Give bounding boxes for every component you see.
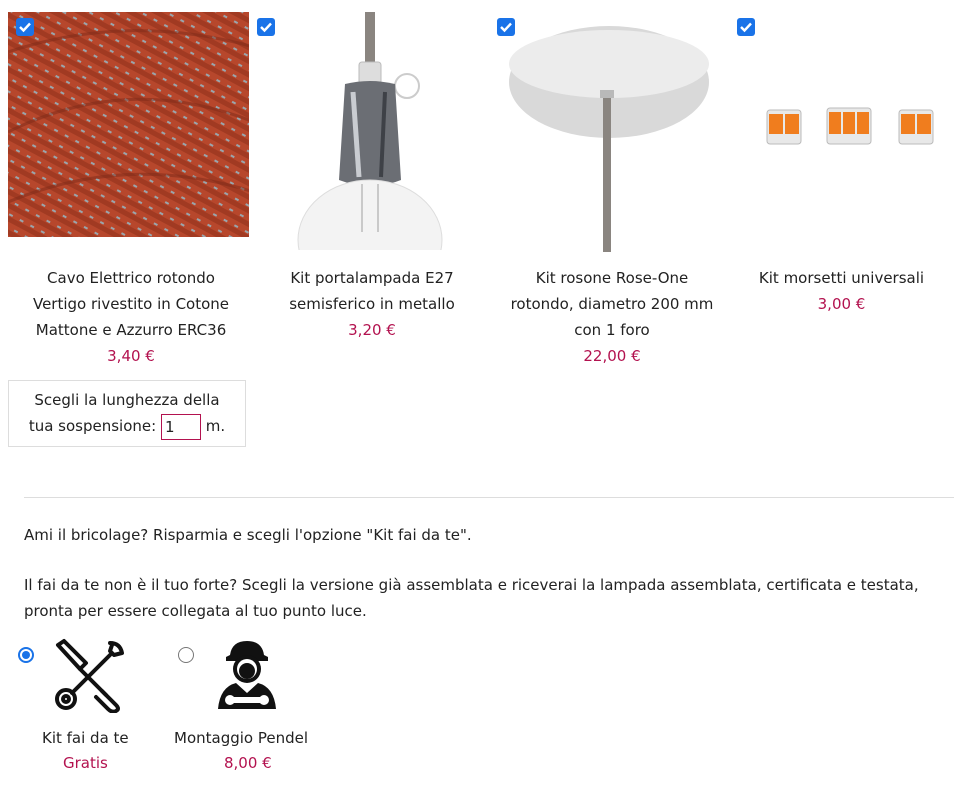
- length-input[interactable]: 1: [160, 413, 201, 440]
- product-title[interactable]: Kit portalampada E27 semisferico in meta…: [249, 265, 495, 343]
- product-checkbox[interactable]: [16, 18, 34, 36]
- technician-icon: [218, 641, 276, 709]
- product-checkbox[interactable]: [737, 18, 755, 36]
- checkmark-icon: [740, 22, 752, 33]
- length-selector: Scegli la lunghezza della tua sospension…: [8, 380, 246, 447]
- diy-info-text: Ami il bricolage? Risparmia e scegli l'o…: [24, 526, 472, 544]
- length-label-line2: tua sospensione:: [28, 417, 157, 435]
- product-checkbox[interactable]: [497, 18, 515, 36]
- checkmark-icon: [19, 22, 31, 33]
- checkmark-icon: [260, 22, 272, 33]
- product-checkbox[interactable]: [257, 18, 275, 36]
- length-label-line1: Scegli la lunghezza della: [34, 391, 220, 409]
- product-title[interactable]: Kit rosone Rose-One rotondo, diametro 20…: [489, 265, 735, 369]
- product-price: 3,40 €: [107, 347, 155, 365]
- product-price: 3,00 €: [817, 295, 866, 313]
- checkmark-icon: [500, 22, 512, 33]
- option-radio-assembled[interactable]: [178, 647, 194, 663]
- product-image-cable[interactable]: [8, 12, 254, 252]
- divider: [24, 497, 954, 498]
- product-title[interactable]: Cavo Elettrico rotondo Vertigo rivestito…: [8, 265, 254, 369]
- tools-icon: [55, 639, 124, 713]
- product-list: Cavo Elettrico rotondo Vertigo rivestito…: [0, 0, 954, 450]
- product-image-ceiling-rose[interactable]: [489, 12, 735, 252]
- option-label-diy: Kit fai da te: [42, 729, 129, 747]
- product-image-connectors[interactable]: [729, 12, 954, 252]
- product-price: 22,00 €: [583, 347, 641, 365]
- option-radio-diy[interactable]: [18, 647, 34, 663]
- length-unit: m.: [205, 417, 226, 435]
- product-image-lampholder[interactable]: [249, 12, 495, 252]
- option-price-diy: Gratis: [63, 754, 108, 772]
- assembled-info-text: Il fai da te non è il tuo forte? Scegli …: [24, 576, 919, 620]
- product-title[interactable]: Kit morsetti universali 3,00 €: [729, 265, 954, 317]
- option-label-assembled: Montaggio Pendel: [174, 729, 309, 747]
- product-price: 3,20 €: [348, 321, 396, 339]
- option-price-assembled: 8,00 €: [224, 754, 272, 772]
